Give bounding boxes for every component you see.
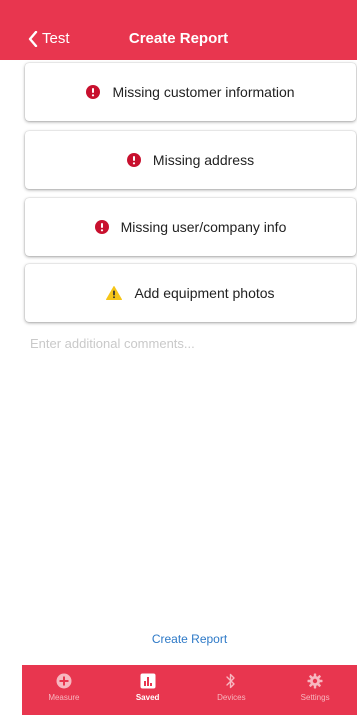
warning-icon: [106, 286, 123, 300]
comments-input[interactable]: Enter additional comments...: [30, 336, 195, 351]
tab-saved[interactable]: Saved: [106, 665, 190, 715]
tab-devices[interactable]: Devices: [190, 665, 274, 715]
tab-measure[interactable]: Measure: [22, 665, 106, 715]
app-screen: Test Create Report Missing customer info…: [0, 0, 357, 715]
bluetooth-icon: [226, 673, 236, 689]
tab-label: Settings: [300, 693, 330, 702]
item-label: Missing customer information: [112, 84, 295, 100]
tab-bar: Measure Saved Devices Settings: [22, 665, 357, 715]
tab-settings[interactable]: Settings: [273, 665, 357, 715]
item-label: Add equipment photos: [134, 285, 275, 301]
tab-label: Devices: [217, 693, 246, 702]
item-missing-address[interactable]: Missing address: [25, 131, 356, 189]
error-icon: [126, 153, 141, 167]
report-content: Missing customer information Missing add…: [22, 60, 357, 665]
item-equipment-photos[interactable]: Add equipment photos: [25, 264, 356, 322]
create-report-button[interactable]: Create Report: [22, 632, 357, 646]
plus-circle-icon: [56, 673, 72, 689]
error-icon: [94, 220, 109, 234]
left-margin: [0, 60, 22, 715]
item-missing-customer[interactable]: Missing customer information: [25, 63, 356, 121]
tab-label: Measure: [48, 693, 80, 702]
error-icon: [86, 85, 101, 99]
item-label: Missing user/company info: [120, 219, 287, 235]
item-missing-company[interactable]: Missing user/company info: [25, 198, 356, 256]
page-title: Create Report: [128, 30, 229, 47]
item-label: Missing address: [152, 152, 255, 168]
nav-header: Test Create Report: [0, 0, 357, 60]
chart-icon: [140, 673, 156, 689]
gear-icon: [307, 673, 323, 689]
tab-label: Saved: [135, 693, 160, 702]
